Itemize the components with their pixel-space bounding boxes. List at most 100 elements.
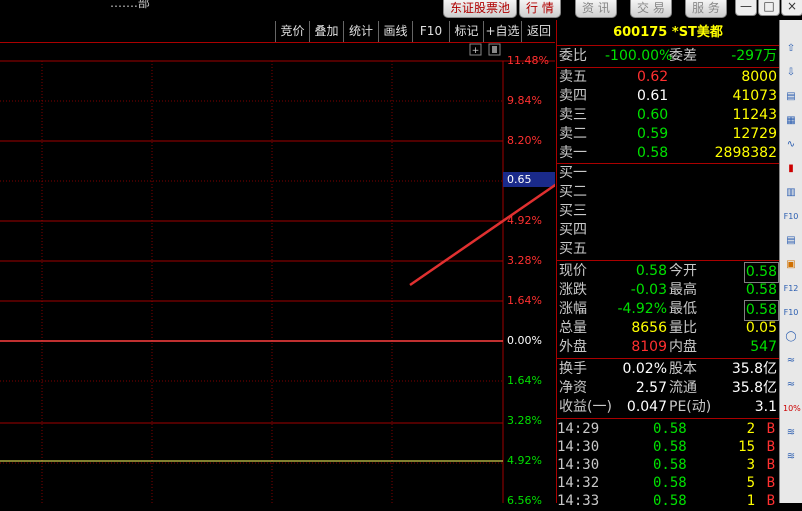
toolbar-back-button[interactable]: 返回 (521, 21, 556, 42)
pct-label: 3.28% (507, 414, 542, 427)
tick-volume: 2 (746, 421, 755, 437)
arrow-down-icon[interactable]: ⇩ (783, 66, 799, 80)
stock-header: 600175 *ST美都 (557, 20, 779, 45)
ask-row[interactable]: 卖一 0.58 2898382 (557, 144, 779, 163)
ask-price: 0.61 (637, 88, 669, 104)
ask-volume: 11243 (732, 107, 777, 123)
stock-code: 600175 (613, 25, 668, 40)
stat-label: 最低 (669, 301, 697, 317)
ask-label: 卖四 (559, 88, 587, 104)
tick-row[interactable]: 14:30 0.58 15 B (557, 438, 779, 457)
refresh-icon[interactable]: ◯ (783, 330, 799, 344)
stat-row: 现价 0.58 今开 0.58 (557, 262, 779, 283)
ask-row[interactable]: 卖四 0.61 41073 (557, 87, 779, 106)
ask-volume: 8000 (741, 69, 777, 85)
pct-label: 1.64% (507, 294, 542, 307)
stat-label: 最高 (669, 282, 697, 298)
fund-value: 35.8亿 (731, 380, 777, 396)
ask-volume: 12729 (732, 126, 777, 142)
stat-label: 外盘 (559, 339, 587, 355)
bid-row[interactable]: 买五 (557, 240, 779, 259)
toolbar-draw-button[interactable]: 画线 (378, 21, 412, 42)
minimize-icon[interactable]: — (735, 0, 757, 16)
bid-row[interactable]: 买三 (557, 202, 779, 221)
wave-icon[interactable]: ≈ (783, 354, 799, 368)
f10-icon[interactable]: F10 (783, 210, 799, 224)
tick-price: 0.58 (653, 493, 687, 509)
ask-row[interactable]: 卖三 0.60 11243 (557, 106, 779, 125)
fund-row: 净资 2.57 流通 35.8亿 (557, 379, 779, 398)
tick-row[interactable]: 14:30 0.58 3 B (557, 456, 779, 475)
ask-label: 卖三 (559, 107, 587, 123)
bid-row[interactable]: 买二 (557, 183, 779, 202)
stat-label: 今开 (669, 263, 697, 279)
close-icon[interactable]: × (781, 0, 802, 16)
bid-label: 买五 (559, 241, 587, 257)
bid-row[interactable]: 买一 (557, 164, 779, 183)
toolbar-watchlist-button[interactable]: +自选 (483, 21, 521, 42)
fund-label: PE(动) (669, 399, 712, 415)
stock-pool-button[interactable]: 东证股票池 (443, 0, 518, 18)
wave2-icon[interactable]: ≈ (783, 378, 799, 392)
bid-row[interactable]: 买四 (557, 221, 779, 240)
tick-volume: 1 (746, 493, 755, 509)
stat-value: -0.03 (630, 282, 667, 298)
stat-value: 8656 (631, 320, 667, 336)
tick-time: 14:32 (557, 475, 600, 491)
stat-label: 涨幅 (559, 301, 587, 317)
maximize-icon[interactable]: □ (758, 0, 780, 16)
list2-icon[interactable]: ▤ (783, 234, 799, 248)
ask-row[interactable]: 卖五 0.62 8000 (557, 68, 779, 87)
pct-label: 8.20% (507, 134, 542, 147)
tick-side: B (766, 475, 775, 491)
stat-label: 现价 (559, 263, 587, 279)
note-icon[interactable]: ▣ (783, 258, 799, 272)
arrow-up-icon[interactable]: ⇧ (783, 42, 799, 56)
ask-price: 0.59 (637, 126, 669, 142)
intraday-chart[interactable]: + 11.48% 9.84% 8.20% 0.65 4.92% 3.28% 1.… (0, 43, 740, 507)
top-strip: …….部 东证股票池 行 情 资 讯 交 易 服 务 — □ × (0, 0, 802, 20)
toolbar-f10-button[interactable]: F10 (412, 21, 449, 42)
bid-label: 买三 (559, 203, 587, 219)
toolbar-mark-button[interactable]: 标记 (449, 21, 483, 42)
tick-row[interactable]: 14:29 0.58 2 B (557, 420, 779, 439)
stat-row: 总量 8656 量比 0.05 (557, 319, 779, 338)
candle-chart-icon[interactable]: ▮ (783, 162, 799, 176)
ask-row[interactable]: 卖二 0.59 12729 (557, 125, 779, 144)
tick-time: 14:33 (557, 493, 600, 509)
f10-alt-icon[interactable]: F10 (783, 306, 799, 320)
line-chart-icon[interactable]: ∿ (783, 138, 799, 152)
tick-side: B (766, 493, 775, 509)
toolbar-overlay-button[interactable]: 叠加 (309, 21, 343, 42)
percent-icon[interactable]: 10% (783, 402, 801, 416)
f12-icon[interactable]: F12 (783, 282, 799, 296)
tick-row[interactable]: 14:33 0.58 1 B (557, 492, 779, 511)
tick-time: 14:29 (557, 421, 600, 437)
tick-row[interactable]: 14:32 0.58 5 B (557, 474, 779, 493)
list-icon[interactable]: ▤ (783, 90, 799, 104)
service-button[interactable]: 服 务 (685, 0, 727, 18)
ask-volume: 41073 (732, 88, 777, 104)
function-sidebar: ⇧ ⇩ ▤ ▦ ∿ ▮ ▥ F10 ▤ ▣ F12 F10 ◯ ≈ ≈ 10% … (779, 20, 802, 503)
wave4-icon[interactable]: ≋ (783, 450, 799, 464)
trade-button[interactable]: 交 易 (630, 0, 672, 18)
grid-icon[interactable]: ▥ (783, 186, 799, 200)
quote-button[interactable]: 行 情 (519, 0, 561, 18)
ask-label: 卖一 (559, 145, 587, 161)
table-icon[interactable]: ▦ (783, 114, 799, 128)
toolbar-stats-button[interactable]: 统计 (343, 21, 378, 42)
tick-side: B (766, 421, 775, 437)
stat-row: 涨幅 -4.92% 最低 0.58 (557, 300, 779, 321)
fund-value: 2.57 (635, 380, 667, 396)
toolbar-bid-button[interactable]: 竞价 (275, 21, 309, 42)
bid-label: 买二 (559, 184, 587, 200)
wave3-icon[interactable]: ≋ (783, 426, 799, 440)
fund-label: 股本 (669, 361, 697, 377)
ask-price: 0.58 (637, 145, 669, 161)
ask-price: 0.60 (637, 107, 669, 123)
info-button[interactable]: 资 讯 (575, 0, 617, 18)
ask-volume: 2898382 (714, 145, 777, 161)
pct-label: 6.56% (507, 494, 542, 507)
tick-volume: 5 (746, 475, 755, 491)
pct-label: 4.92% (507, 454, 542, 467)
